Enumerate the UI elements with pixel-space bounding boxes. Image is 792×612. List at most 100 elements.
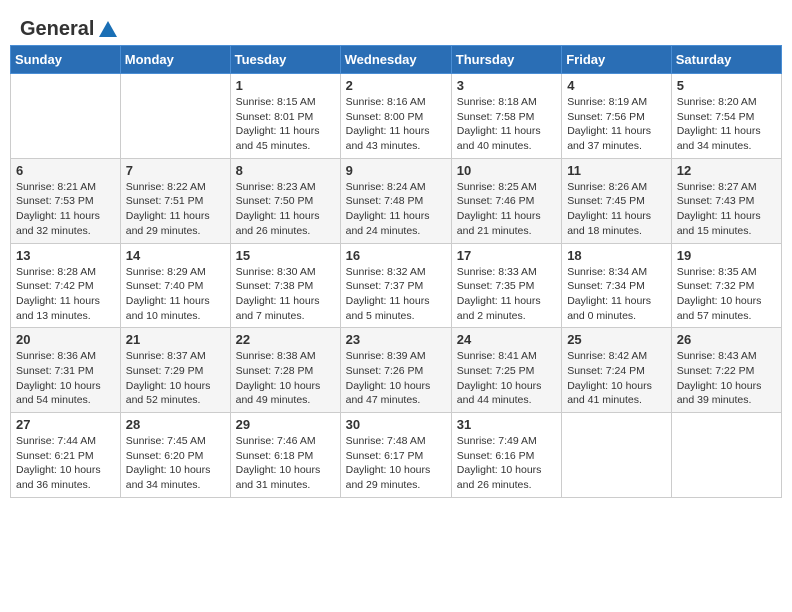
day-cell: 29Sunrise: 7:46 AM Sunset: 6:18 PM Dayli… [230,413,340,498]
day-number: 1 [236,78,335,93]
day-info: Sunrise: 8:22 AM Sunset: 7:51 PM Dayligh… [126,180,225,239]
day-cell: 13 Sunrise: 8:28 AM Sunset: 7:42 PM Dayli… [11,243,121,328]
day-info: Sunrise: 8:24 AM Sunset: 7:48 PM Dayligh… [346,180,446,239]
weekday-header-row: SundayMondayTuesdayWednesdayThursdayFrid… [11,46,782,74]
day-number: 21 [126,332,225,347]
day-cell: 19Sunrise: 8:35 AM Sunset: 7:32 PM Dayli… [671,243,781,328]
day-info: Sunrise: 8:34 AM Sunset: 7:34 PM Dayligh… [567,265,666,324]
day-info: Sunrise: 8:36 AM Sunset: 7:31 PM Dayligh… [16,349,115,408]
day-cell: 27 Sunrise: 7:44 AM Sunset: 6:21 PM Dayli… [11,413,121,498]
day-cell: 25 Sunrise: 8:42 AM Sunset: 7:24 PM Dayli… [562,328,672,413]
day-number: 22 [236,332,335,347]
day-number: 27 [16,417,115,432]
day-number: 8 [236,163,335,178]
day-info: Sunrise: 8:15 AM Sunset: 8:01 PM Dayligh… [236,95,335,154]
day-info: Sunrise: 8:32 AM Sunset: 7:37 PM Dayligh… [346,265,446,324]
day-number: 13 [16,248,115,263]
day-cell: 4 Sunrise: 8:19 AM Sunset: 7:56 PM Daylig… [562,74,672,159]
day-number: 2 [346,78,446,93]
day-number: 3 [457,78,556,93]
day-cell: 20 Sunrise: 8:36 AM Sunset: 7:31 PM Dayli… [11,328,121,413]
day-cell: 9 Sunrise: 8:24 AM Sunset: 7:48 PM Daylig… [340,158,451,243]
day-info: Sunrise: 8:42 AM Sunset: 7:24 PM Dayligh… [567,349,666,408]
day-number: 4 [567,78,666,93]
day-number: 6 [16,163,115,178]
week-row-2: 6 Sunrise: 8:21 AM Sunset: 7:53 PM Daylig… [11,158,782,243]
calendar-wrapper: SundayMondayTuesdayWednesdayThursdayFrid… [0,45,792,508]
day-number: 14 [126,248,225,263]
day-info: Sunrise: 8:30 AM Sunset: 7:38 PM Dayligh… [236,265,335,324]
day-info: Sunrise: 7:46 AM Sunset: 6:18 PM Dayligh… [236,434,335,493]
day-number: 31 [457,417,556,432]
weekday-header-tuesday: Tuesday [230,46,340,74]
day-cell: 30 Sunrise: 7:48 AM Sunset: 6:17 PM Dayli… [340,413,451,498]
day-cell: 8Sunrise: 8:23 AM Sunset: 7:50 PM Daylig… [230,158,340,243]
day-cell: 26Sunrise: 8:43 AM Sunset: 7:22 PM Dayli… [671,328,781,413]
week-row-4: 20 Sunrise: 8:36 AM Sunset: 7:31 PM Dayli… [11,328,782,413]
day-number: 17 [457,248,556,263]
day-number: 20 [16,332,115,347]
day-info: Sunrise: 8:18 AM Sunset: 7:58 PM Dayligh… [457,95,556,154]
day-number: 25 [567,332,666,347]
day-cell: 22 Sunrise: 8:38 AM Sunset: 7:28 PM Dayli… [230,328,340,413]
day-number: 16 [346,248,446,263]
day-number: 9 [346,163,446,178]
day-number: 19 [677,248,776,263]
day-cell: 24Sunrise: 8:41 AM Sunset: 7:25 PM Dayli… [451,328,561,413]
day-number: 28 [126,417,225,432]
weekday-header-wednesday: Wednesday [340,46,451,74]
day-info: Sunrise: 8:29 AM Sunset: 7:40 PM Dayligh… [126,265,225,324]
day-info: Sunrise: 8:41 AM Sunset: 7:25 PM Dayligh… [457,349,556,408]
calendar-table: SundayMondayTuesdayWednesdayThursdayFrid… [10,45,782,498]
day-info: Sunrise: 7:45 AM Sunset: 6:20 PM Dayligh… [126,434,225,493]
day-info: Sunrise: 7:48 AM Sunset: 6:17 PM Dayligh… [346,434,446,493]
day-info: Sunrise: 8:19 AM Sunset: 7:56 PM Dayligh… [567,95,666,154]
day-info: Sunrise: 8:20 AM Sunset: 7:54 PM Dayligh… [677,95,776,154]
day-info: Sunrise: 8:39 AM Sunset: 7:26 PM Dayligh… [346,349,446,408]
page-header: General [0,0,792,45]
week-row-1: 1 Sunrise: 8:15 AM Sunset: 8:01 PM Daylig… [11,74,782,159]
day-number: 30 [346,417,446,432]
day-number: 12 [677,163,776,178]
weekday-header-monday: Monday [120,46,230,74]
day-info: Sunrise: 8:38 AM Sunset: 7:28 PM Dayligh… [236,349,335,408]
day-cell: 14 Sunrise: 8:29 AM Sunset: 7:40 PM Dayli… [120,243,230,328]
day-number: 11 [567,163,666,178]
logo: General [20,18,119,37]
day-info: Sunrise: 7:44 AM Sunset: 6:21 PM Dayligh… [16,434,115,493]
day-info: Sunrise: 8:37 AM Sunset: 7:29 PM Dayligh… [126,349,225,408]
day-cell: 28 Sunrise: 7:45 AM Sunset: 6:20 PM Dayli… [120,413,230,498]
day-cell: 10Sunrise: 8:25 AM Sunset: 7:46 PM Dayli… [451,158,561,243]
day-number: 7 [126,163,225,178]
logo-general-text: General [20,18,94,41]
day-info: Sunrise: 8:21 AM Sunset: 7:53 PM Dayligh… [16,180,115,239]
day-cell: 5 Sunrise: 8:20 AM Sunset: 7:54 PM Daylig… [671,74,781,159]
day-number: 23 [346,332,446,347]
week-row-3: 13 Sunrise: 8:28 AM Sunset: 7:42 PM Dayli… [11,243,782,328]
day-number: 15 [236,248,335,263]
weekday-header-thursday: Thursday [451,46,561,74]
week-row-5: 27 Sunrise: 7:44 AM Sunset: 6:21 PM Dayli… [11,413,782,498]
weekday-header-sunday: Sunday [11,46,121,74]
day-cell [120,74,230,159]
day-cell [562,413,672,498]
day-cell: 17 Sunrise: 8:33 AM Sunset: 7:35 PM Dayli… [451,243,561,328]
day-cell: 21 Sunrise: 8:37 AM Sunset: 7:29 PM Dayli… [120,328,230,413]
day-info: Sunrise: 8:26 AM Sunset: 7:45 PM Dayligh… [567,180,666,239]
day-cell: 3 Sunrise: 8:18 AM Sunset: 7:58 PM Daylig… [451,74,561,159]
day-cell: 1 Sunrise: 8:15 AM Sunset: 8:01 PM Daylig… [230,74,340,159]
day-info: Sunrise: 8:16 AM Sunset: 8:00 PM Dayligh… [346,95,446,154]
weekday-header-saturday: Saturday [671,46,781,74]
day-number: 5 [677,78,776,93]
day-cell: 2 Sunrise: 8:16 AM Sunset: 8:00 PM Daylig… [340,74,451,159]
day-cell: 31Sunrise: 7:49 AM Sunset: 6:16 PM Dayli… [451,413,561,498]
day-number: 18 [567,248,666,263]
day-number: 10 [457,163,556,178]
weekday-header-friday: Friday [562,46,672,74]
day-cell [11,74,121,159]
day-info: Sunrise: 8:28 AM Sunset: 7:42 PM Dayligh… [16,265,115,324]
day-info: Sunrise: 8:43 AM Sunset: 7:22 PM Dayligh… [677,349,776,408]
day-info: Sunrise: 8:27 AM Sunset: 7:43 PM Dayligh… [677,180,776,239]
day-cell: 7 Sunrise: 8:22 AM Sunset: 7:51 PM Daylig… [120,158,230,243]
day-info: Sunrise: 8:33 AM Sunset: 7:35 PM Dayligh… [457,265,556,324]
